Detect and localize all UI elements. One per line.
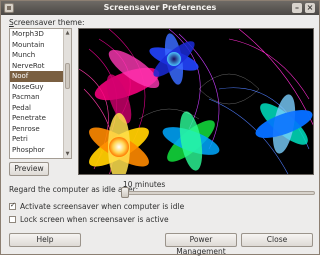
theme-list[interactable]: Morph3D Mountain Munch NerveRot Noof NoseGuy P… bbox=[9, 28, 72, 159]
theme-label: Screensaver theme: bbox=[9, 18, 85, 27]
window-menu-icon[interactable] bbox=[4, 3, 14, 13]
preview-button[interactable]: Preview bbox=[9, 162, 49, 176]
theme-list-item[interactable]: Pedal bbox=[10, 103, 64, 114]
activate-screensaver-row[interactable]: Activate screensaver when computer is id… bbox=[9, 201, 185, 211]
close-button[interactable]: Close bbox=[241, 233, 313, 247]
screensaver-preferences-window: Screensaver Preferences – × Screensaver … bbox=[0, 0, 320, 256]
activate-screensaver-label: Activate screensaver when computer is id… bbox=[20, 202, 185, 211]
theme-list-item[interactable]: Penrose bbox=[10, 124, 64, 135]
theme-list-item[interactable]: Pacman bbox=[10, 92, 64, 103]
idle-value: 10 minutes bbox=[123, 180, 166, 189]
scroll-up-icon[interactable]: ▲ bbox=[64, 29, 71, 37]
close-icon[interactable]: × bbox=[305, 3, 315, 13]
theme-list-item[interactable]: Petri bbox=[10, 134, 64, 145]
window-title: Screensaver Preferences bbox=[103, 3, 217, 12]
idle-slider-handle[interactable] bbox=[121, 187, 129, 198]
theme-list-item[interactable]: Morph3D bbox=[10, 29, 64, 40]
scroll-thumb[interactable] bbox=[65, 63, 70, 89]
help-button[interactable]: Help bbox=[9, 233, 81, 247]
noof-flower-preview-image bbox=[79, 29, 313, 174]
theme-list-item[interactable]: NerveRot bbox=[10, 61, 64, 72]
lock-screen-label: Lock screen when screensaver is active bbox=[20, 215, 169, 224]
title-bar: Screensaver Preferences – × bbox=[1, 1, 319, 15]
theme-list-item[interactable]: Penetrate bbox=[10, 113, 64, 124]
activate-screensaver-checkbox[interactable] bbox=[9, 201, 16, 210]
theme-list-item[interactable]: Munch bbox=[10, 50, 64, 61]
theme-list-items: Morph3D Mountain Munch NerveRot Noof NoseGuy P… bbox=[10, 29, 64, 155]
power-management-button[interactable]: Power Management bbox=[165, 233, 237, 256]
lock-screen-row[interactable]: Lock screen when screensaver is active bbox=[9, 215, 169, 224]
theme-list-scrollbar[interactable]: ▲ ▼ bbox=[63, 29, 71, 158]
lock-screen-checkbox[interactable] bbox=[9, 216, 16, 223]
scroll-down-icon[interactable]: ▼ bbox=[64, 150, 71, 158]
theme-list-item[interactable]: NoseGuy bbox=[10, 82, 64, 93]
screensaver-preview bbox=[78, 28, 314, 175]
idle-slider-track[interactable] bbox=[121, 191, 315, 195]
minimize-icon[interactable]: – bbox=[292, 3, 302, 13]
idle-label: Regard the computer as idle after: bbox=[9, 185, 139, 194]
theme-list-item[interactable]: Noof bbox=[10, 71, 64, 82]
theme-list-item[interactable]: Phosphor bbox=[10, 145, 64, 156]
theme-list-item[interactable]: Mountain bbox=[10, 40, 64, 51]
